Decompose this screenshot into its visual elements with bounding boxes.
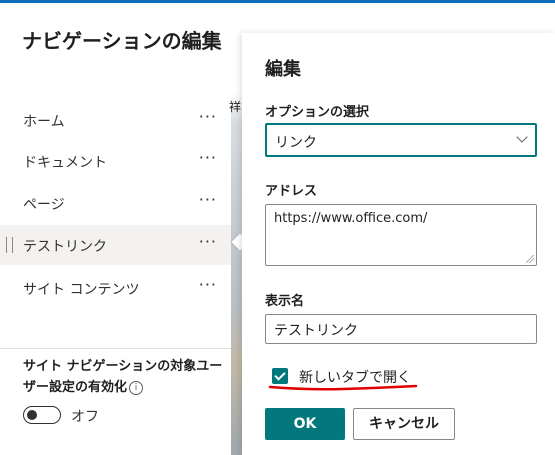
nav-item-label: ページ xyxy=(23,197,65,213)
open-in-new-tab-checkbox[interactable] xyxy=(272,368,288,384)
divider xyxy=(0,348,231,349)
red-underline-annotation xyxy=(268,384,418,391)
address-textarea[interactable]: https://www.office.com/ xyxy=(265,204,537,266)
more-options-icon[interactable]: ··· xyxy=(199,190,217,209)
nav-item-pages[interactable]: ページ ··· xyxy=(0,183,231,223)
more-options-icon[interactable]: ··· xyxy=(199,148,217,167)
nav-item-home[interactable]: ホーム ··· xyxy=(0,100,231,140)
nav-pane-title: ナビゲーションの編集 xyxy=(22,29,222,53)
nav-item-label: サイト コンテンツ xyxy=(23,282,140,298)
display-name-value: テストリンク xyxy=(274,323,358,339)
nav-item-test-link[interactable]: テストリンク ··· xyxy=(0,225,231,265)
audience-targeting-toggle[interactable] xyxy=(23,406,61,424)
address-value: https://www.office.com/ xyxy=(274,211,428,226)
background-page-strip xyxy=(231,3,242,455)
display-name-input[interactable]: テストリンク xyxy=(265,314,537,344)
option-select-dropdown[interactable]: リンク xyxy=(265,123,537,157)
nav-item-documents[interactable]: ドキュメント ··· xyxy=(0,141,231,181)
option-select-value: リンク xyxy=(275,135,317,151)
address-label: アドレス xyxy=(265,184,318,199)
cancel-button[interactable]: キャンセル xyxy=(353,408,455,440)
checkmark-icon xyxy=(274,369,286,381)
more-options-icon[interactable]: ··· xyxy=(199,107,217,126)
audience-targeting-label: サイト ナビゲーションの対象ユーザー設定の有効化 xyxy=(23,359,223,395)
chevron-down-icon xyxy=(516,131,528,143)
toggle-state-label: オフ xyxy=(71,409,99,425)
ok-button[interactable]: OK xyxy=(265,408,345,440)
drag-handle-icon[interactable] xyxy=(6,237,13,253)
toggle-knob xyxy=(27,410,37,420)
navigation-pane: ナビゲーションの編集 ホーム ··· ドキュメント ··· ページ ··· テス… xyxy=(0,3,231,455)
nav-item-label: テストリンク xyxy=(23,239,107,255)
option-select-label: オプションの選択 xyxy=(265,105,370,120)
audience-targeting-setting: サイト ナビゲーションの対象ユーザー設定の有効化 i xyxy=(23,356,228,398)
resize-grip-icon[interactable] xyxy=(526,255,534,263)
nav-item-label: ホーム xyxy=(23,114,65,130)
info-icon[interactable]: i xyxy=(129,381,144,395)
more-options-icon[interactable]: ··· xyxy=(199,275,217,294)
more-options-icon[interactable]: ··· xyxy=(199,232,217,251)
background-text-fragment: 祥 xyxy=(229,100,242,114)
display-name-label: 表示名 xyxy=(265,294,305,309)
nav-item-site-contents[interactable]: サイト コンテンツ ··· xyxy=(0,268,231,308)
edit-panel-title: 編集 xyxy=(265,59,301,80)
nav-item-label: ドキュメント xyxy=(23,155,107,171)
